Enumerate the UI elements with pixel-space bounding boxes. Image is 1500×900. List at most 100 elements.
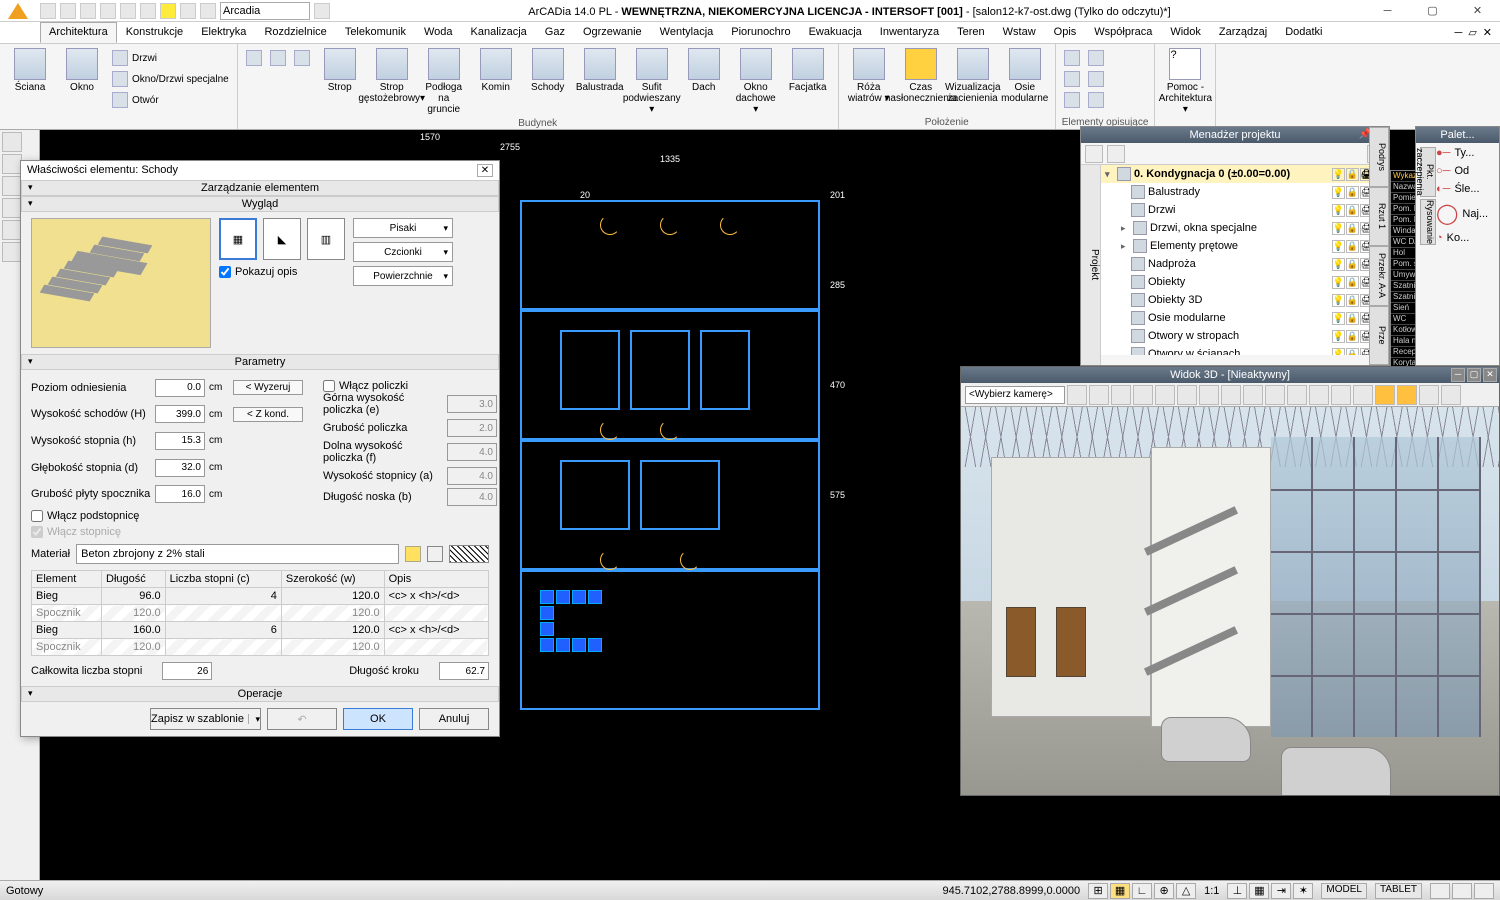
btn-ok[interactable]: OK [343,708,413,730]
tool-3[interactable] [2,176,22,196]
pal-item-od[interactable]: ○─Od [1436,165,1495,177]
v3d-tb-3[interactable] [1111,385,1131,405]
qat-freeze-icon[interactable] [180,3,196,19]
material-select[interactable]: Beton zbrojony z 2% stali [76,544,399,564]
section-zarzadzanie[interactable]: ▾Zarządzanie elementem [21,180,499,196]
combo-powierzchnie[interactable]: Powierzchnie [353,266,453,286]
v3d-tb-10[interactable] [1265,385,1285,405]
qat-layers-icon[interactable] [314,3,330,19]
v3d-orbit-icon[interactable] [1155,385,1175,405]
render-viewport[interactable] [961,407,1499,795]
ribbon-el-4[interactable] [1086,48,1106,68]
tab-gaz[interactable]: Gaz [536,22,574,43]
sb-ext-icon[interactable]: ⇥ [1271,883,1291,899]
tab-teren[interactable]: Teren [948,22,994,43]
pm-side-projekt[interactable]: Projekt [1081,165,1101,365]
pal-item-ko[interactable]: ◔Ko... [1436,232,1495,244]
table-row[interactable]: Spocznik120.0120.0 [32,639,489,656]
tab-widok[interactable]: Widok [1161,22,1210,43]
v3d-tb-4[interactable] [1133,385,1153,405]
material-lib-icon[interactable] [427,546,443,562]
inp-grubosc-plyty[interactable] [155,485,205,503]
v3d-walk-icon[interactable] [1199,385,1219,405]
pal-item-circle[interactable]: ◯Naj... [1436,201,1495,226]
inp-glebokosc[interactable] [155,459,205,477]
tab-rozdzielnice[interactable]: Rozdzielnice [255,22,335,43]
btn-zkond[interactable]: < Z kond. [233,407,303,422]
sb-la-icon[interactable] [1430,883,1450,899]
v3d-max-icon[interactable]: ▢ [1467,368,1481,382]
inp-wys-stopnia[interactable] [155,432,205,450]
tab-piorunochron[interactable]: Piorunochro [722,22,799,43]
btn-czas[interactable]: Czas nasłonecznienia [897,46,945,106]
btn-drzwi[interactable]: Drzwi [110,48,231,68]
ribbon-el-6[interactable] [1086,90,1106,110]
btn-wyzeruj[interactable]: < Wyzeruj [233,380,303,395]
pm-tab-przekroj[interactable]: Przekr. A-A [1369,246,1389,306]
tab-ewakuacja[interactable]: Ewakuacja [800,22,871,43]
qat-lock-icon[interactable] [200,3,216,19]
btn-sciana[interactable]: Ściana [6,46,54,95]
qat-undo-icon[interactable] [120,3,136,19]
v3d-close-icon[interactable]: ✕ [1483,368,1497,382]
sb-lc-icon[interactable] [1474,883,1494,899]
table-row[interactable]: Bieg160.06120.0<c> x <h>/<d> [32,622,489,639]
tab-kanalizacja[interactable]: Kanalizacja [462,22,536,43]
sb-polar-icon[interactable]: ✶ [1293,883,1313,899]
ribbon-small-3[interactable] [292,48,312,68]
tab-opis[interactable]: Opis [1045,22,1086,43]
qat-redo-icon[interactable] [140,3,156,19]
material-color-icon[interactable] [405,546,421,562]
plan-type-3[interactable]: ▥ [307,218,345,260]
tab-dodatki[interactable]: Dodatki [1276,22,1331,43]
section-parametry[interactable]: ▾Parametry [21,354,499,370]
pm-title[interactable]: Menadżer projektu📌✕ [1081,127,1389,143]
maximize-button[interactable]: ▢ [1410,0,1455,22]
btn-dach[interactable]: Dach [680,46,728,95]
tab-konstrukcje[interactable]: Konstrukcje [117,22,192,43]
pal-tab-pkt[interactable]: Pkt. zaczepienia [1420,147,1436,197]
dialog-close-icon[interactable]: ✕ [477,164,493,177]
camera-select[interactable] [965,386,1065,404]
v3d-tb-2[interactable] [1089,385,1109,405]
tool-5[interactable] [2,220,22,240]
v3d-tb-12[interactable] [1309,385,1329,405]
btn-balustrada[interactable]: Balustrada [576,46,624,95]
btn-okno-dach[interactable]: Okno dachowe ▾ [732,46,780,117]
close-button[interactable]: ✕ [1455,0,1500,22]
pal-item-ty[interactable]: ●─Ty... [1436,147,1495,159]
v3d-min-icon[interactable]: ─ [1451,368,1465,382]
ribbon-el-1[interactable] [1062,48,1082,68]
pm-tab-podrys[interactable]: Podrys [1369,127,1389,187]
tab-inwentaryzacja[interactable]: Inwentaryza [871,22,948,43]
pal-item-sle[interactable]: ◐─Śle... [1436,183,1495,195]
section-wyglad[interactable]: ▾Wygląd [21,196,499,212]
btn-komin[interactable]: Komin [472,46,520,95]
hatch-swatch[interactable] [449,545,489,563]
pm-tab-prze[interactable]: Prze [1369,306,1389,366]
tablet-toggle[interactable]: TABLET [1375,883,1422,899]
sb-axes-icon[interactable]: ⊥ [1227,883,1247,899]
chk-policzki[interactable] [323,380,335,392]
btn-strop-gest[interactable]: Strop gęstożebrowy▾ [368,46,416,106]
tab-wstaw[interactable]: Wstaw [994,22,1045,43]
mdi-minimize-icon[interactable]: ─ [1455,27,1463,39]
btn-zapisz-szablon[interactable]: Zapisz w szablonie [150,708,261,730]
v3d-camera-icon[interactable] [1375,385,1395,405]
sb-lb-icon[interactable] [1452,883,1472,899]
snap-1-icon[interactable]: ⊞ [1088,883,1108,899]
v3d-tb-11[interactable] [1287,385,1307,405]
btn-schody[interactable]: Schody [524,46,572,95]
snap-2-icon[interactable]: ▦ [1110,883,1130,899]
qat-bulb-icon[interactable] [160,3,176,19]
btn-strop[interactable]: Strop [316,46,364,95]
btn-otwor[interactable]: Otwór [110,90,231,110]
btn-anuluj[interactable]: Anuluj [419,708,489,730]
pm-tb-2[interactable] [1107,145,1125,163]
tab-telekomunik[interactable]: Telekomunik [336,22,415,43]
btn-okno[interactable]: Okno [58,46,106,95]
btn-facjatka[interactable]: Facjatka [784,46,832,95]
pal-tab-rys[interactable]: Rysowanie [1420,199,1436,245]
qat-open-icon[interactable] [60,3,76,19]
section-operacje[interactable]: ▾Operacje [21,686,499,702]
